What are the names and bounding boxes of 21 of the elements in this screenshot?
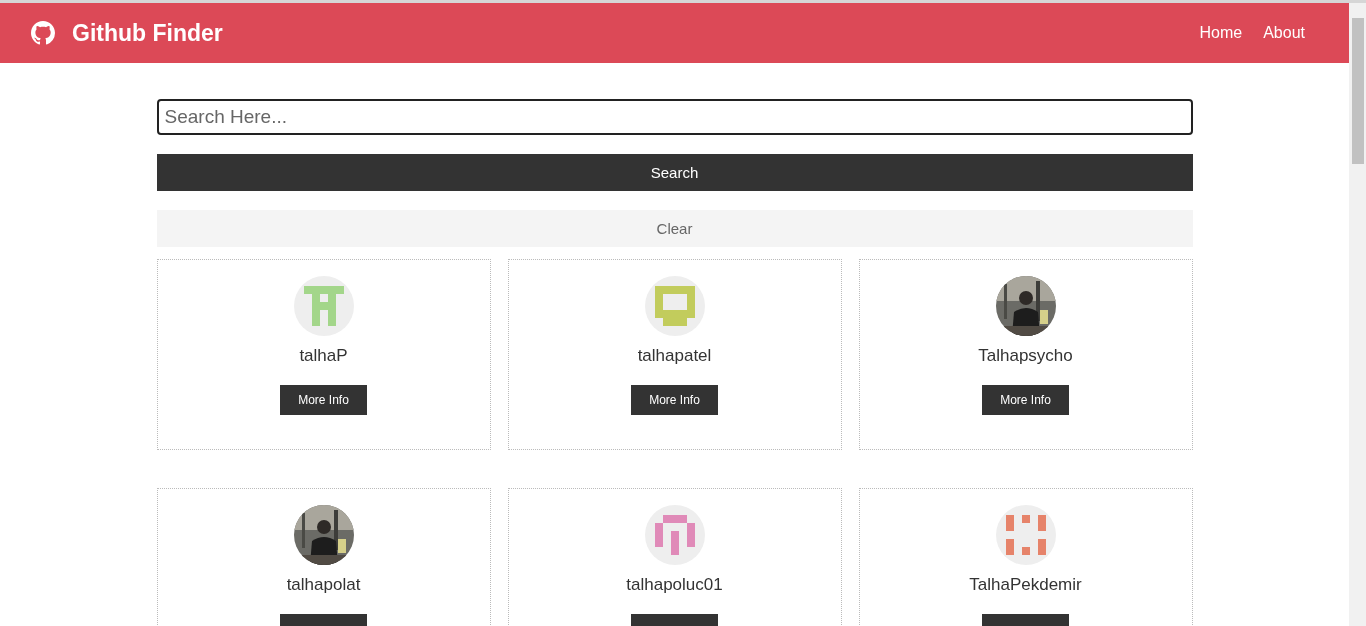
- username: talhapolat: [286, 575, 361, 595]
- username: Talhapsycho: [978, 346, 1073, 366]
- more-info-button[interactable]: More Info: [631, 385, 718, 415]
- identicon-icon: [644, 276, 705, 336]
- nav-link[interactable]: About: [1263, 24, 1305, 42]
- username: TalhaPekdemir: [969, 575, 1082, 595]
- username: talhapoluc01: [626, 575, 723, 595]
- clear-button[interactable]: Clear: [156, 210, 1193, 247]
- search-field[interactable]: Search Here...: [156, 99, 1193, 135]
- identicon-icon: [293, 276, 354, 336]
- app-title: Github Finder: [72, 19, 223, 47]
- search-button[interactable]: Search: [156, 154, 1193, 191]
- nav-link[interactable]: Home: [1199, 24, 1243, 42]
- more-info-button[interactable]: More Info: [982, 385, 1069, 415]
- scrollbar[interactable]: [1349, 3, 1366, 626]
- identicon-icon: [995, 505, 1056, 565]
- username: talhapatel: [637, 346, 712, 366]
- username: talhaP: [299, 346, 348, 366]
- more-info-button[interactable]: More Info: [280, 385, 367, 415]
- github-icon: [31, 21, 55, 45]
- identicon-icon: [644, 505, 705, 565]
